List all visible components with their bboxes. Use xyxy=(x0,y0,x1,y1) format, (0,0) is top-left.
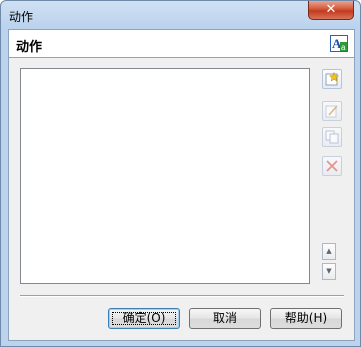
dialog-client: 动作 A a ▲ ▼ 确定(O) 取消 帮助(H) xyxy=(8,29,355,341)
move-down-button[interactable]: ▼ xyxy=(322,263,336,280)
delete-x-icon xyxy=(326,160,338,172)
dialog-window: 动作 ✕ 动作 A a ▲ ▼ 确定(O) 取消 帮助(H) xyxy=(0,0,361,347)
cancel-button[interactable]: 取消 xyxy=(189,308,261,329)
star-new-icon xyxy=(325,72,339,86)
separator xyxy=(20,295,344,297)
svg-text:a: a xyxy=(341,43,346,52)
title-bar[interactable]: 动作 ✕ xyxy=(1,1,360,29)
copy-action-button[interactable] xyxy=(322,127,342,147)
help-button[interactable]: 帮助(H) xyxy=(270,308,342,329)
edit-action-button[interactable] xyxy=(322,101,342,121)
actions-list[interactable] xyxy=(20,68,310,284)
header-band: 动作 A a xyxy=(9,30,354,58)
header-title: 动作 xyxy=(16,40,43,55)
ok-button[interactable]: 确定(O) xyxy=(108,308,180,329)
edit-icon xyxy=(325,105,338,118)
new-action-button[interactable] xyxy=(322,69,342,89)
window-title: 动作 xyxy=(9,10,34,24)
copy-icon xyxy=(325,130,339,144)
close-button[interactable]: ✕ xyxy=(308,1,354,20)
cancel-button-label: 取消 xyxy=(212,311,237,325)
help-button-label: 帮助(H) xyxy=(284,311,328,325)
font-aa-icon: A a xyxy=(330,35,348,52)
delete-action-button[interactable] xyxy=(322,156,342,176)
focus-rect xyxy=(112,312,176,325)
move-up-button[interactable]: ▲ xyxy=(322,243,336,260)
